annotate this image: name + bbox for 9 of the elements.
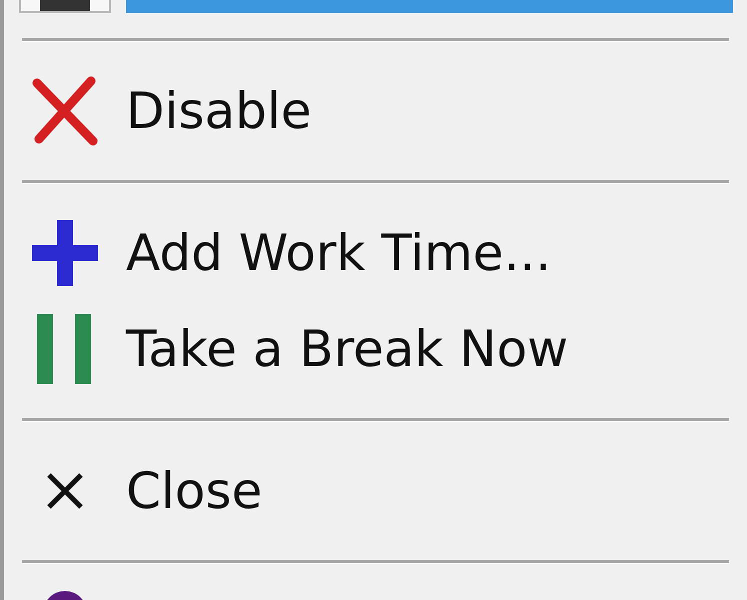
menu-item[interactable]: Close: [126, 461, 262, 521]
app-icon: [40, 0, 90, 11]
plus-icon: [32, 220, 98, 286]
menu-item[interactable]: Disable: [126, 81, 312, 141]
menu-item[interactable]: Add Work Time...: [126, 223, 552, 283]
menu-item[interactable]: Take a Break Now: [126, 319, 568, 379]
cross-icon: [32, 76, 98, 146]
close-icon: [46, 472, 84, 510]
pause-icon: [37, 314, 91, 384]
